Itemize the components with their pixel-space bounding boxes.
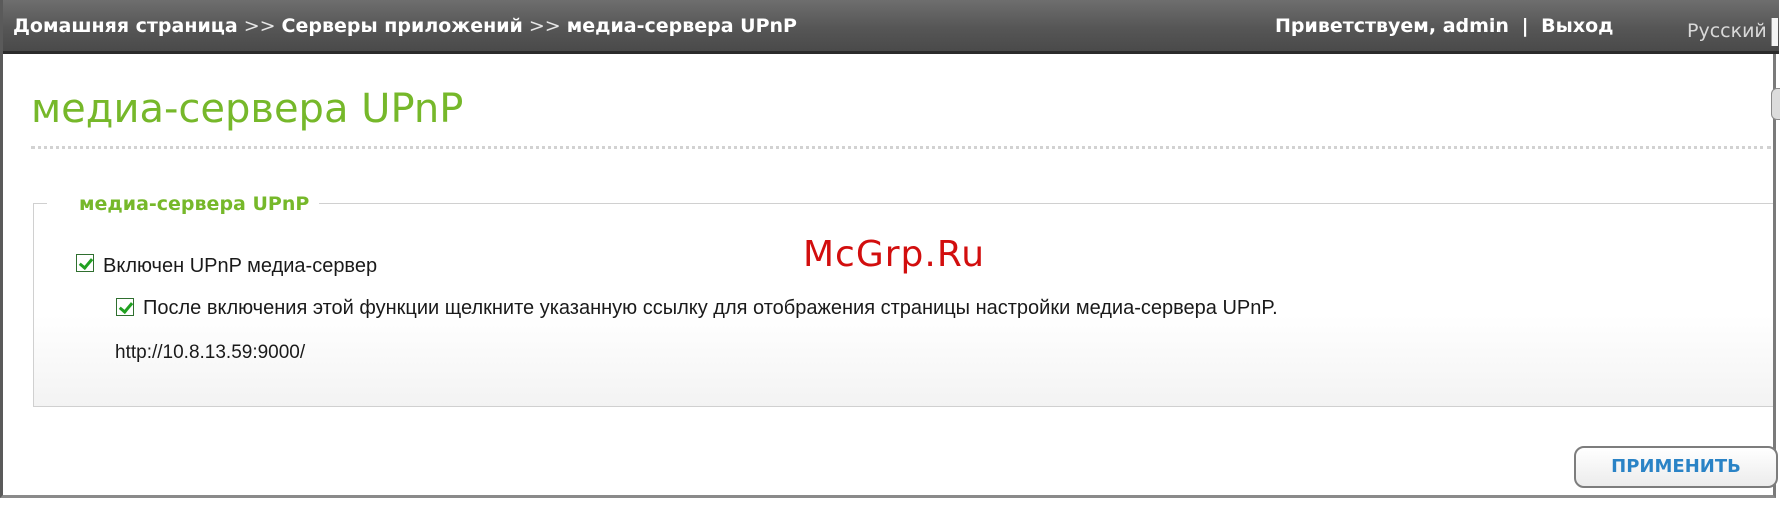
scrollbar-handle[interactable] bbox=[1771, 88, 1780, 120]
show-setup-link-checkbox[interactable] bbox=[116, 298, 134, 316]
enable-upnp-checkbox[interactable] bbox=[76, 254, 94, 272]
logout-link[interactable]: Выход bbox=[1541, 15, 1613, 37]
greeting-text: Приветствуем, bbox=[1275, 15, 1437, 37]
checkmark-icon bbox=[78, 254, 94, 271]
breadcrumb: Домашняя страница >> Серверы приложений … bbox=[13, 15, 797, 37]
language-selector-edge bbox=[1771, 18, 1778, 46]
breadcrumb-app-servers[interactable]: Серверы приложений bbox=[282, 15, 523, 37]
user-area-divider: | bbox=[1521, 15, 1529, 37]
top-navigation-bar: Домашняя страница >> Серверы приложений … bbox=[3, 0, 1779, 54]
media-server-setup-link[interactable]: http://10.8.13.59:9000/ bbox=[115, 342, 305, 364]
breadcrumb-current-page: медиа-сервера UPnP bbox=[566, 15, 797, 37]
breadcrumb-separator: >> bbox=[243, 15, 276, 37]
checkmark-icon bbox=[118, 298, 134, 315]
page-title: медиа-сервера UPnP bbox=[31, 86, 464, 132]
app-window: Домашняя страница >> Серверы приложений … bbox=[0, 0, 1780, 498]
breadcrumb-home[interactable]: Домашняя страница bbox=[13, 15, 238, 37]
enable-upnp-label: Включен UPnP медиа-сервер bbox=[103, 255, 378, 277]
show-setup-link-label: После включения этой функции щелкните ук… bbox=[143, 297, 1278, 319]
breadcrumb-separator: >> bbox=[528, 15, 561, 37]
watermark-text: McGrp.Ru bbox=[803, 234, 986, 275]
panel-legend: медиа-сервера UPnP bbox=[47, 193, 320, 215]
username: admin bbox=[1442, 15, 1509, 37]
title-divider bbox=[31, 146, 1771, 149]
language-selector[interactable]: Русский bbox=[1687, 20, 1767, 42]
apply-button[interactable]: ПРИМЕНИТЬ bbox=[1574, 446, 1778, 488]
user-area: Приветствуем, admin | Выход bbox=[1275, 15, 1613, 37]
